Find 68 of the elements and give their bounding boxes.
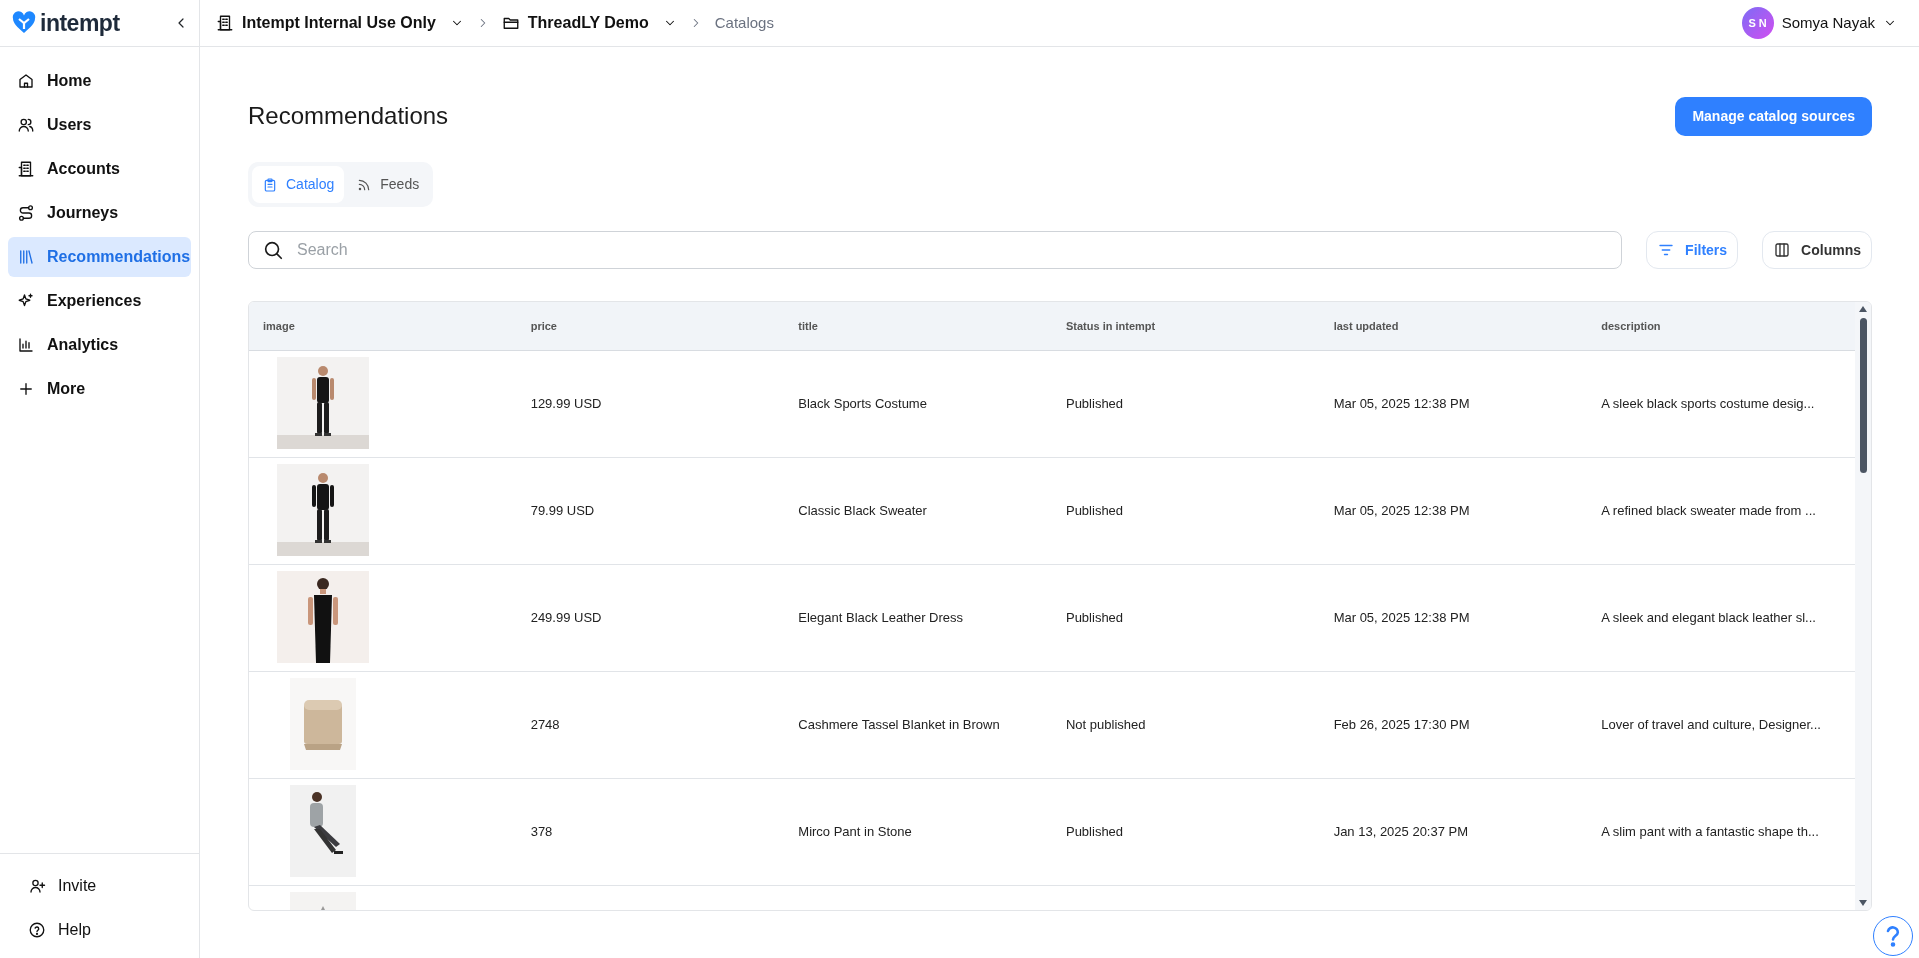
column-header[interactable]: price <box>516 302 785 350</box>
building-icon <box>17 160 35 178</box>
column-header[interactable]: title <box>784 302 1052 350</box>
building-icon <box>216 14 234 32</box>
table-cell: Classic Black Sweater <box>784 457 1052 564</box>
sidebar-item[interactable]: Accounts <box>8 149 191 189</box>
table-cell: Mar 05, 2025 12:38 PM <box>1319 457 1588 564</box>
home-icon <box>17 72 35 90</box>
users-icon <box>17 116 35 134</box>
sidebar-item[interactable]: Analytics <box>8 325 191 365</box>
table-cell: Published <box>1051 778 1320 885</box>
sidebar-item[interactable]: Recommendations <box>8 237 191 277</box>
table-cell: Black Sports Costume <box>784 350 1052 457</box>
manage-sources-button[interactable]: Manage catalog sources <box>1675 97 1872 136</box>
sidebar-item[interactable]: Journeys <box>8 193 191 233</box>
filters-button[interactable]: Filters <box>1646 231 1739 269</box>
search-field[interactable]: Search <box>248 231 1623 269</box>
table-cell: Published <box>1051 457 1320 564</box>
sidebar-item[interactable]: Home <box>8 61 191 101</box>
tab[interactable]: Catalog <box>252 166 345 203</box>
sidebar-item[interactable]: Experiences <box>8 281 191 321</box>
user-avatar: S N <box>1741 7 1774 39</box>
sidebar-item[interactable]: Help <box>28 910 191 950</box>
columns-icon <box>1773 241 1792 259</box>
plus-icon <box>17 380 35 398</box>
breadcrumb-link[interactable]: ThreadLY Demo <box>501 11 677 35</box>
add-user-icon <box>28 877 46 895</box>
table-cell: 79.99 USD <box>516 457 785 564</box>
page-title: Recommendations <box>248 102 449 131</box>
table-cell: Cashmere Tassel Blanket in Brown <box>784 671 1052 778</box>
clipboard-icon <box>262 176 278 193</box>
column-header[interactable]: last updated <box>1319 302 1588 350</box>
breadcrumb-link[interactable]: Catalogs <box>714 11 774 35</box>
route-icon <box>17 204 35 222</box>
table-cell: Not published <box>1051 671 1320 778</box>
table-cell: 378 <box>516 778 785 885</box>
sidebar-item[interactable]: Invite <box>28 866 191 906</box>
table-cell: Published <box>1051 350 1320 457</box>
search-icon <box>262 239 284 261</box>
table-cell: 2748 <box>516 671 785 778</box>
question-mark-icon <box>1885 925 1901 947</box>
logo-icon <box>12 11 36 35</box>
user-menu[interactable]: S N Somya Nayak <box>1741 7 1897 39</box>
column-header[interactable]: image <box>249 302 517 350</box>
tab[interactable]: Feeds <box>346 166 430 203</box>
column-header[interactable]: description <box>1587 302 1855 350</box>
table-cell: Mirco Pant in Stone <box>784 778 1052 885</box>
sidebar-item[interactable]: Users <box>8 105 191 145</box>
table-cell: 249.99 USD <box>516 564 785 671</box>
scroll-up-arrow-icon[interactable] <box>1858 305 1868 313</box>
columns-button[interactable]: Columns <box>1762 231 1872 269</box>
breadcrumb-link[interactable]: Intempt Internal Use Only <box>216 11 464 35</box>
help-icon <box>28 921 46 939</box>
table-cell: Jan 13, 2025 20:37 PM <box>1319 778 1588 885</box>
library-icon <box>17 248 35 266</box>
scroll-down-arrow-icon[interactable] <box>1858 899 1868 907</box>
table-cell: Elegant Black Leather Dress <box>784 564 1052 671</box>
table-cell: Published <box>1051 564 1320 671</box>
logo-text: intempt <box>40 8 120 38</box>
table-cell: Feb 26, 2025 17:30 PM <box>1319 671 1588 778</box>
help-button[interactable] <box>1873 916 1913 956</box>
table-cell: 129.99 USD <box>516 350 785 457</box>
column-header[interactable]: Status in intempt <box>1051 302 1320 350</box>
bar-chart-icon <box>17 336 35 354</box>
scrollbar-thumb[interactable] <box>1859 318 1867 473</box>
sidebar-item[interactable]: More <box>8 369 191 409</box>
table-cell: Mar 05, 2025 12:38 PM <box>1319 564 1588 671</box>
table-cell: Mar 05, 2025 12:38 PM <box>1319 350 1588 457</box>
